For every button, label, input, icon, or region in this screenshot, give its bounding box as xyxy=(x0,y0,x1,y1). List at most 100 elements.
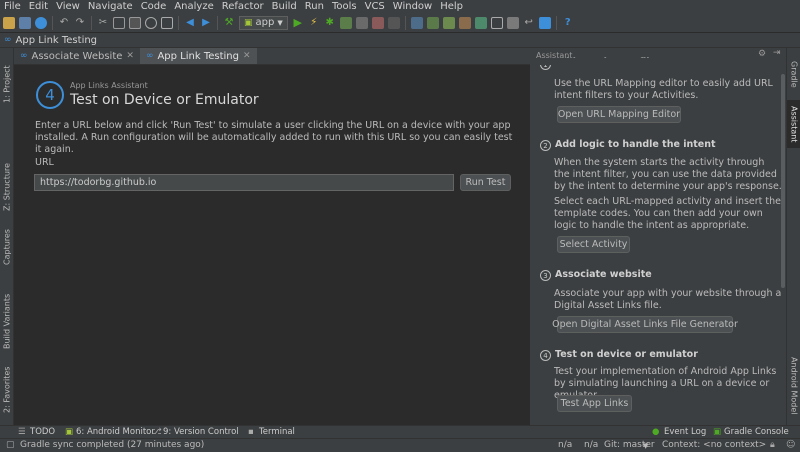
step-4-number: 4 xyxy=(540,350,551,361)
make-project-icon[interactable]: ⚒ xyxy=(223,17,235,29)
terminal-tool-tab[interactable]: Terminal xyxy=(259,427,295,437)
debug-icon[interactable]: ✱ xyxy=(324,17,336,29)
android-model-tool-tab[interactable]: Android Model xyxy=(787,353,800,419)
menu-file[interactable]: File xyxy=(0,0,25,13)
run-configuration-select[interactable]: ▣ app ▼ xyxy=(239,15,288,30)
lock-icon[interactable]: 🔒︎ xyxy=(770,440,775,450)
stop-icon[interactable] xyxy=(387,16,400,29)
menu-run[interactable]: Run xyxy=(301,0,328,13)
favorites-tool-tab[interactable]: 2: Favorites xyxy=(0,360,14,420)
editor-tab-bar: ∞ Associate Website ✕ ∞ App Link Testing… xyxy=(14,48,530,65)
close-icon[interactable]: ✕ xyxy=(126,51,134,61)
select-activity-button[interactable]: Select Activity xyxy=(557,236,630,253)
version-control-icon: ⎇ xyxy=(152,427,162,437)
inspector-icon[interactable]: ☺ xyxy=(786,440,795,450)
run-config-label: app xyxy=(255,17,275,28)
open-url-mapping-editor-button[interactable]: Open URL Mapping Editor xyxy=(557,106,681,123)
profile-icon[interactable] xyxy=(355,16,368,29)
section-4-title: Test on device or emulator xyxy=(555,349,698,360)
layout-inspector-icon[interactable] xyxy=(490,16,503,29)
instant-run-icon[interactable]: ⚡ xyxy=(308,17,320,29)
toolbar: ↶ ↷ ✂ ◀ ▶ ⚒ ▣ app ▼ ▶ ⚡ ✱ ↩ ? xyxy=(0,13,800,33)
assistant-label: App Links Assistant xyxy=(70,81,148,90)
menu-edit[interactable]: Edit xyxy=(25,0,52,13)
open-digital-asset-links-button[interactable]: Open Digital Asset Links File Generator xyxy=(552,316,738,333)
android-device-monitor-icon[interactable] xyxy=(474,16,487,29)
menu-code[interactable]: Code xyxy=(137,0,171,13)
forward-icon[interactable]: ▶ xyxy=(200,17,212,29)
menu-analyze[interactable]: Analyze xyxy=(170,0,217,13)
line-separator: n/a xyxy=(584,440,599,450)
tab-app-link-testing[interactable]: ∞ App Link Testing ✕ xyxy=(139,48,257,64)
back-navigation-icon[interactable]: ↩ xyxy=(523,17,535,29)
replace-icon[interactable] xyxy=(161,16,173,29)
section-2-text: When the system starts the activity thro… xyxy=(554,157,782,192)
section-2-title: Add logic to handle the intent xyxy=(555,139,716,150)
close-icon[interactable]: ✕ xyxy=(243,51,251,61)
status-message[interactable]: Gradle sync completed (27 minutes ago) xyxy=(20,440,204,450)
version-control-tool-tab[interactable]: 9: Version Control xyxy=(163,427,239,437)
help-icon[interactable]: ? xyxy=(562,17,574,29)
theme-editor-icon[interactable] xyxy=(506,16,519,29)
gradle-tool-tab[interactable]: Gradle xyxy=(787,54,800,94)
section-3-text: Associate your app with your website thr… xyxy=(554,288,782,311)
sdk-manager-icon[interactable] xyxy=(442,16,455,29)
project-structure-icon[interactable] xyxy=(458,16,471,29)
todo-tool-tab[interactable]: TODO xyxy=(30,427,55,437)
device-file-icon[interactable] xyxy=(538,16,551,29)
android-monitor-tool-tab[interactable]: 6: Android Monitor xyxy=(76,427,155,437)
tab-associate-website[interactable]: ∞ Associate Website ✕ xyxy=(14,48,140,64)
project-tool-tab[interactable]: 1: Project xyxy=(0,54,14,114)
event-log-tool-tab[interactable]: Event Log xyxy=(664,427,706,437)
status-toggle-icon[interactable]: ▢ xyxy=(6,440,15,450)
sync-gradle-icon[interactable] xyxy=(426,16,439,29)
step-2-number: 2 xyxy=(540,140,551,151)
assistant-scrollbar-thumb[interactable] xyxy=(781,74,785,288)
open-folder-icon[interactable] xyxy=(3,16,15,29)
gradle-console-tool-tab[interactable]: Gradle Console xyxy=(724,427,789,437)
copy-icon[interactable] xyxy=(113,16,125,29)
find-icon[interactable] xyxy=(145,16,157,29)
run-test-button[interactable]: Run Test xyxy=(460,174,511,191)
build-variants-tool-tab[interactable]: Build Variants xyxy=(0,288,14,354)
paste-icon[interactable] xyxy=(129,16,141,29)
back-icon[interactable]: ◀ xyxy=(184,17,196,29)
menu-navigate[interactable]: Navigate xyxy=(84,0,137,13)
url-label: URL xyxy=(35,157,54,168)
sync-icon[interactable] xyxy=(35,16,47,29)
breadcrumb[interactable]: App Link Testing xyxy=(16,35,98,46)
menu-window[interactable]: Window xyxy=(389,0,436,13)
editor-panel xyxy=(14,65,530,425)
redo-icon[interactable]: ↷ xyxy=(74,17,86,29)
toolbar-separator xyxy=(52,15,53,30)
avd-manager-icon[interactable] xyxy=(410,16,423,29)
hide-panel-icon[interactable]: ⇥ xyxy=(773,48,781,58)
captures-tool-tab[interactable]: Captures xyxy=(0,224,14,270)
assistant-tool-tab[interactable]: Assistant xyxy=(787,100,800,148)
coverage-icon[interactable] xyxy=(339,16,352,29)
menu-help[interactable]: Help xyxy=(436,0,467,13)
page-title: Test on Device or Emulator xyxy=(70,92,259,108)
context-indicator[interactable]: Context: <no context> xyxy=(662,440,766,450)
menu-view[interactable]: View xyxy=(52,0,84,13)
menu-tools[interactable]: Tools xyxy=(328,0,361,13)
chevron-down-icon: ▼ xyxy=(277,18,283,27)
url-input[interactable] xyxy=(34,174,454,191)
menu-refactor[interactable]: Refactor xyxy=(218,0,268,13)
menu-build[interactable]: Build xyxy=(268,0,301,13)
step-number-badge: 4 xyxy=(36,81,64,109)
toolbar-separator xyxy=(404,15,406,30)
test-app-links-button[interactable]: Test App Links xyxy=(557,395,632,412)
save-icon[interactable] xyxy=(19,16,31,29)
toolbar-separator xyxy=(91,15,92,30)
todo-icon: ☰ xyxy=(18,427,26,437)
app-links-icon: ∞ xyxy=(4,35,12,45)
android-icon: ▣ xyxy=(65,427,74,437)
menu-vcs[interactable]: VCS xyxy=(361,0,389,13)
structure-tool-tab[interactable]: Z: Structure xyxy=(0,156,14,218)
run-icon[interactable]: ▶ xyxy=(292,16,304,29)
undo-icon[interactable]: ↶ xyxy=(58,17,70,29)
android-icon: ▣ xyxy=(244,17,253,28)
attach-debugger-icon[interactable] xyxy=(371,16,384,29)
cut-icon[interactable]: ✂ xyxy=(97,17,109,29)
